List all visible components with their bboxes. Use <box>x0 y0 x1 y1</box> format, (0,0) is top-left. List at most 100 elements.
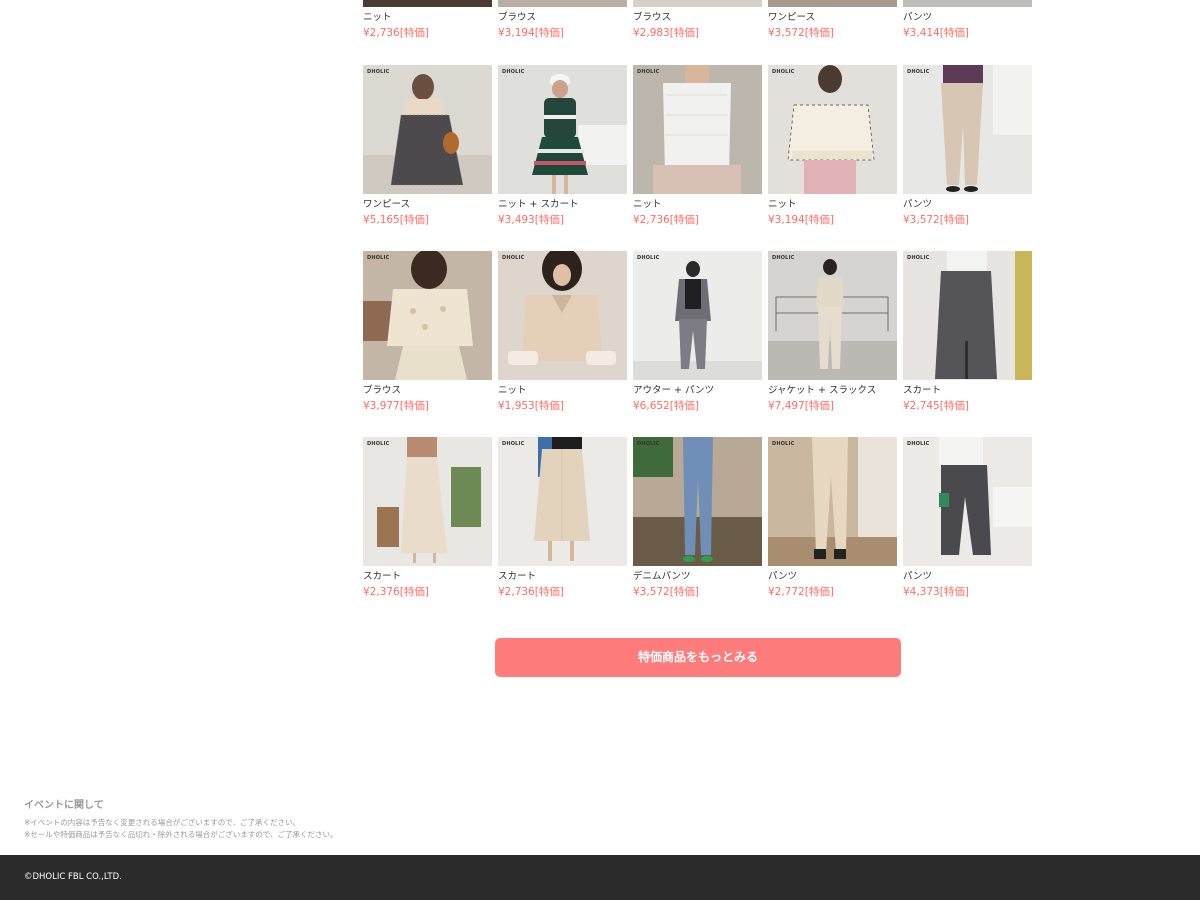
product-category: ニット <box>363 12 392 23</box>
product-card[interactable]: DHOLIC スカート ¥2,736[特価] <box>498 437 627 599</box>
product-image[interactable] <box>768 0 897 7</box>
product-image[interactable]: DHOLIC <box>903 251 1032 380</box>
product-card[interactable]: DHOLIC ニット + スカート ¥3,493[特価] <box>498 65 627 227</box>
product-card[interactable]: DHOLIC ワンピース ¥5,165[特価] <box>363 65 492 227</box>
product-row: DHOLIC ワンピース ¥5,165[特価] DHOLIC ニット + スカー… <box>363 65 1033 251</box>
copyright-text: ©DHOLIC FBL CO.,LTD. <box>24 872 122 882</box>
product-price: ¥3,194[特価] <box>768 214 834 226</box>
product-price: ¥3,414[特価] <box>903 27 969 39</box>
product-row: DHOLIC ブラウス ¥3,977[特価] DHOLIC ニット ¥1,953… <box>363 251 1033 437</box>
product-category: ブラウス <box>363 385 402 396</box>
product-price: ¥7,497[特価] <box>768 400 834 412</box>
product-card[interactable]: DHOLIC スカート ¥2,745[特価] <box>903 251 1032 413</box>
product-price: ¥2,736[特価] <box>498 586 564 598</box>
brand-logo: DHOLIC <box>907 255 930 261</box>
product-card[interactable]: DHOLIC ニット ¥1,953[特価] <box>498 251 627 413</box>
product-image[interactable] <box>498 0 627 7</box>
product-price: ¥6,652[特価] <box>633 400 699 412</box>
product-card[interactable]: ニット ¥2,736[特価] <box>363 0 492 40</box>
product-category: アウター + パンツ <box>633 385 714 396</box>
product-card[interactable]: DHOLIC ブラウス ¥3,977[特価] <box>363 251 492 413</box>
product-image[interactable]: DHOLIC <box>363 437 492 566</box>
brand-logo: DHOLIC <box>772 441 795 447</box>
product-image[interactable]: DHOLIC <box>363 65 492 194</box>
brand-logo: DHOLIC <box>502 255 525 261</box>
product-card[interactable]: DHOLIC スカート ¥2,376[特価] <box>363 437 492 599</box>
product-category: パンツ <box>903 199 932 210</box>
brand-logo: DHOLIC <box>907 69 930 75</box>
product-image[interactable]: DHOLIC <box>768 251 897 380</box>
product-category: ブラウス <box>498 12 537 23</box>
product-price: ¥3,572[特価] <box>903 214 969 226</box>
product-category: ブラウス <box>633 12 672 23</box>
product-image[interactable]: DHOLIC <box>903 65 1032 194</box>
notice-line: ※イベントの内容は予告なく変更される場合がございますので、ご了承ください。 <box>24 818 300 827</box>
product-row: DHOLIC スカート ¥2,376[特価] DHOLIC スカート ¥2,73… <box>363 437 1033 623</box>
product-image[interactable]: DHOLIC <box>768 437 897 566</box>
product-image[interactable] <box>633 0 762 7</box>
product-card[interactable]: DHOLIC パンツ ¥3,572[特価] <box>903 65 1032 227</box>
product-image[interactable]: DHOLIC <box>903 437 1032 566</box>
product-price: ¥2,983[特価] <box>633 27 699 39</box>
product-image[interactable] <box>903 0 1032 7</box>
product-price: ¥5,165[特価] <box>363 214 429 226</box>
page: ニット ¥2,736[特価] ブラウス ¥3,194[特価] ブラウス ¥2,9… <box>0 0 1200 900</box>
product-price: ¥2,736[特価] <box>363 27 429 39</box>
product-category: ニット <box>498 385 527 396</box>
product-price: ¥4,373[特価] <box>903 586 969 598</box>
product-image[interactable]: DHOLIC <box>633 65 762 194</box>
brand-logo: DHOLIC <box>907 441 930 447</box>
see-more-sale-button[interactable]: 特価商品をもっとみる <box>495 638 901 677</box>
product-category: ニット <box>768 199 797 210</box>
product-image[interactable]: DHOLIC <box>498 437 627 566</box>
product-card[interactable]: パンツ ¥3,414[特価] <box>903 0 1032 40</box>
product-image[interactable]: DHOLIC <box>498 251 627 380</box>
product-card[interactable]: DHOLIC アウター + パンツ ¥6,652[特価] <box>633 251 762 413</box>
product-card[interactable]: ブラウス ¥3,194[特価] <box>498 0 627 40</box>
event-notice: イベントに関して ※イベントの内容は予告なく変更される場合がございますので、ご了… <box>24 796 337 841</box>
product-category: ジャケット + スラックス <box>768 385 877 396</box>
product-price: ¥3,572[特価] <box>768 27 834 39</box>
product-card[interactable]: DHOLIC ニット ¥2,736[特価] <box>633 65 762 227</box>
notice-title: イベントに関して <box>24 800 104 811</box>
product-price: ¥2,736[特価] <box>633 214 699 226</box>
product-category: スカート <box>363 571 402 582</box>
product-card[interactable]: ワンピース ¥3,572[特価] <box>768 0 897 40</box>
product-category: デニムパンツ <box>633 571 691 582</box>
product-image[interactable] <box>363 0 492 7</box>
product-price: ¥2,376[特価] <box>363 586 429 598</box>
brand-logo: DHOLIC <box>502 69 525 75</box>
product-category: スカート <box>498 571 537 582</box>
notice-line: ※セールや特価商品は予告なく品切れ・除外される場合がございますので、ご了承くださ… <box>24 830 338 839</box>
product-price: ¥3,572[特価] <box>633 586 699 598</box>
product-card[interactable]: DHOLIC デニムパンツ ¥3,572[特価] <box>633 437 762 599</box>
product-image[interactable]: DHOLIC <box>633 251 762 380</box>
product-card[interactable]: DHOLIC ニット ¥3,194[特価] <box>768 65 897 227</box>
product-price: ¥2,772[特価] <box>768 586 834 598</box>
product-price: ¥2,745[特価] <box>903 400 969 412</box>
brand-logo: DHOLIC <box>367 69 390 75</box>
brand-logo: DHOLIC <box>367 441 390 447</box>
product-category: ニット <box>633 199 662 210</box>
product-category: ワンピース <box>768 12 816 23</box>
brand-logo: DHOLIC <box>772 69 795 75</box>
brand-logo: DHOLIC <box>637 255 660 261</box>
product-category: パンツ <box>903 571 932 582</box>
product-image[interactable]: DHOLIC <box>633 437 762 566</box>
product-image[interactable]: DHOLIC <box>363 251 492 380</box>
product-card[interactable]: ブラウス ¥2,983[特価] <box>633 0 762 40</box>
product-category: ニット + スカート <box>498 199 579 210</box>
product-price: ¥3,977[特価] <box>363 400 429 412</box>
product-price: ¥3,493[特価] <box>498 214 564 226</box>
product-row-top: ニット ¥2,736[特価] ブラウス ¥3,194[特価] ブラウス ¥2,9… <box>363 0 1033 64</box>
brand-logo: DHOLIC <box>367 255 390 261</box>
product-category: スカート <box>903 385 942 396</box>
product-image[interactable]: DHOLIC <box>498 65 627 194</box>
product-card[interactable]: DHOLIC ジャケット + スラックス ¥7,497[特価] <box>768 251 897 413</box>
product-category: パンツ <box>903 12 932 23</box>
product-card[interactable]: DHOLIC パンツ ¥4,373[特価] <box>903 437 1032 599</box>
product-image[interactable]: DHOLIC <box>768 65 897 194</box>
product-card[interactable]: DHOLIC パンツ ¥2,772[特価] <box>768 437 897 599</box>
product-price: ¥1,953[特価] <box>498 400 564 412</box>
brand-logo: DHOLIC <box>772 255 795 261</box>
